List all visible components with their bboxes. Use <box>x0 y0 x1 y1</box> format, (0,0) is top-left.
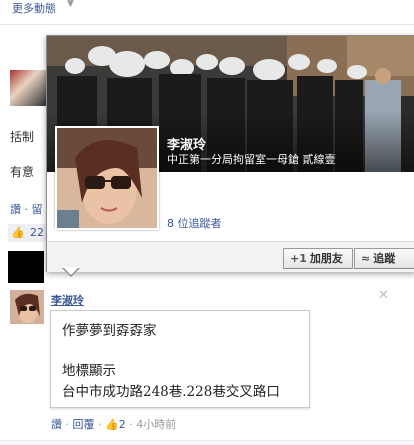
story-text-snippet: 有意 <box>10 165 35 179</box>
profile-picture-image <box>57 128 157 228</box>
like-count[interactable]: 22 <box>30 226 44 239</box>
hovercard-pointer-inner <box>63 267 79 275</box>
story-text-snippet: 括制 <box>10 130 35 144</box>
like-count-bar[interactable]: 👍 22 <box>8 224 48 242</box>
rss-icon: ≈ <box>361 252 371 265</box>
story-thumbnail[interactable] <box>10 70 46 106</box>
avatar-image <box>10 290 44 324</box>
add-friend-button[interactable]: +1 加朋友 <box>283 248 353 269</box>
more-stories-link[interactable]: 更多動態 <box>12 0 56 16</box>
comment-avatar[interactable] <box>10 290 44 324</box>
follow-label: 追蹤 <box>373 252 396 265</box>
thumbs-up-icon: 👍 <box>11 226 25 239</box>
story-actions[interactable]: 讚 · 留 <box>10 201 43 217</box>
add-friend-icon: +1 <box>290 252 307 265</box>
add-friend-label: 加朋友 <box>309 252 343 265</box>
close-icon[interactable]: ✕ <box>378 288 389 303</box>
thumbs-up-icon[interactable]: 👍 <box>105 418 119 431</box>
profile-picture[interactable] <box>55 126 159 230</box>
top-strip: 更多動態 ▼ <box>0 0 414 25</box>
comment-meta: 讚 · 回覆 · 👍2 · 4小時前 <box>51 416 176 432</box>
hovercard-footer: +1 加朋友 ≈ 追蹤 <box>47 241 414 272</box>
comment-timestamp[interactable]: 4小時前 <box>136 418 176 431</box>
hovercard-subtitle: 中正第一分局拘留室一母鎗 貳線壹 <box>167 153 336 166</box>
follow-button[interactable]: ≈ 追蹤 <box>354 248 414 269</box>
comment-line: 作夢夢到孬孬家 <box>62 323 157 339</box>
comment-author[interactable]: 李淑玲 <box>51 292 84 308</box>
chevron-down-icon[interactable]: ▼ <box>67 0 74 9</box>
separator: · <box>65 418 73 431</box>
comment-image-text: 作夢夢到孬孬家 地標顯示 台中市成功路248巷.228巷交叉路口 <box>50 310 310 408</box>
divider <box>0 440 414 445</box>
story-image[interactable] <box>8 251 44 283</box>
comment-line: 地標顯示 <box>62 363 116 379</box>
comment-line: 台中市成功路248巷.228巷交叉路口 <box>62 384 280 400</box>
separator: · <box>98 418 105 431</box>
profile-hovercard: 李淑玲 中正第一分局拘留室一母鎗 貳線壹 8 位追蹤者 +1 加朋友 ≈ 追蹤 <box>46 35 414 272</box>
comment-like-count[interactable]: 2 <box>119 418 126 431</box>
comment-like-link[interactable]: 讚 <box>51 418 62 431</box>
hovercard-followers[interactable]: 8 位追蹤者 <box>167 215 222 231</box>
comment-reply-link[interactable]: 回覆 <box>73 418 95 431</box>
